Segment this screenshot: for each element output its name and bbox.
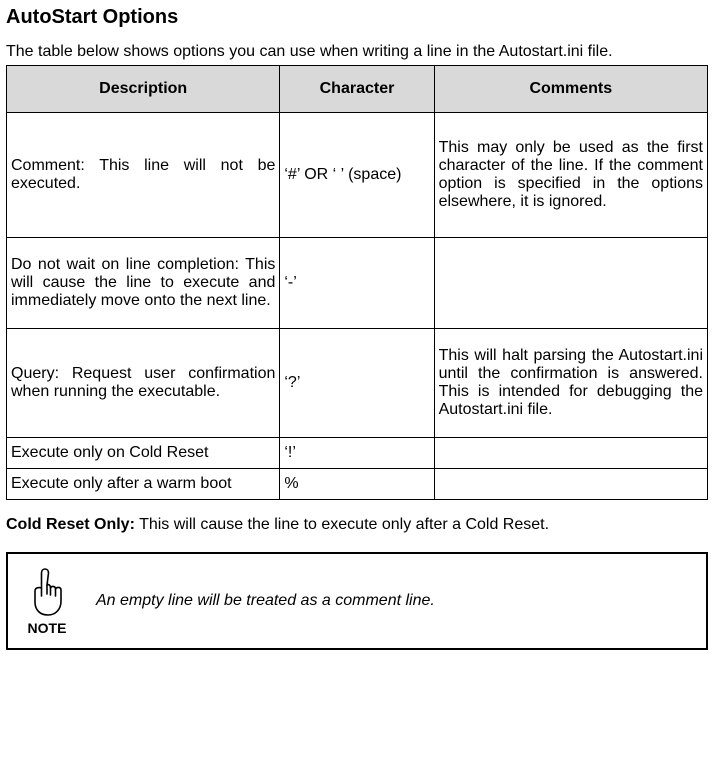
- cell-character: ‘-’: [280, 238, 434, 329]
- page-title: AutoStart Options: [6, 6, 708, 29]
- table-row: Comment: This line will not be executed.…: [7, 113, 708, 238]
- cell-description: Do not wait on line completion: This wil…: [7, 238, 280, 329]
- cold-reset-note: Cold Reset Only: This will cause the lin…: [6, 516, 708, 534]
- table-row: Query: Request user confirmation when ru…: [7, 329, 708, 438]
- col-header-comments: Comments: [434, 66, 707, 113]
- intro-text: The table below shows options you can us…: [6, 43, 708, 61]
- table-row: Execute only on Cold Reset ‘!’: [7, 438, 708, 469]
- cold-reset-label: Cold Reset Only:: [6, 516, 135, 533]
- cold-reset-text: This will cause the line to execute only…: [135, 516, 549, 533]
- cell-comments: This will halt parsing the Autostart.ini…: [434, 329, 707, 438]
- note-text: An empty line will be treated as a comme…: [96, 592, 435, 610]
- cell-character: ‘?’: [280, 329, 434, 438]
- table-header-row: Description Character Comments: [7, 66, 708, 113]
- cell-description: Query: Request user confirmation when ru…: [7, 329, 280, 438]
- cell-character: ‘#’ OR ‘ ’ (space): [280, 113, 434, 238]
- cell-comments: [434, 438, 707, 469]
- cell-description: Execute only on Cold Reset: [7, 438, 280, 469]
- col-header-character: Character: [280, 66, 434, 113]
- pointing-hand-icon: [26, 566, 68, 618]
- cell-description: Execute only after a warm boot: [7, 469, 280, 500]
- col-header-description: Description: [7, 66, 280, 113]
- table-row: Do not wait on line completion: This wil…: [7, 238, 708, 329]
- cell-comments: This may only be used as the first chara…: [434, 113, 707, 238]
- note-callout: NOTE An empty line will be treated as a …: [6, 552, 708, 650]
- cell-comments: [434, 469, 707, 500]
- note-icon-wrap: NOTE: [26, 566, 68, 636]
- cell-description: Comment: This line will not be executed.: [7, 113, 280, 238]
- note-label: NOTE: [28, 620, 67, 636]
- cell-character: ‘!’: [280, 438, 434, 469]
- cell-character: %: [280, 469, 434, 500]
- options-table: Description Character Comments Comment: …: [6, 65, 708, 500]
- cell-comments: [434, 238, 707, 329]
- table-row: Execute only after a warm boot %: [7, 469, 708, 500]
